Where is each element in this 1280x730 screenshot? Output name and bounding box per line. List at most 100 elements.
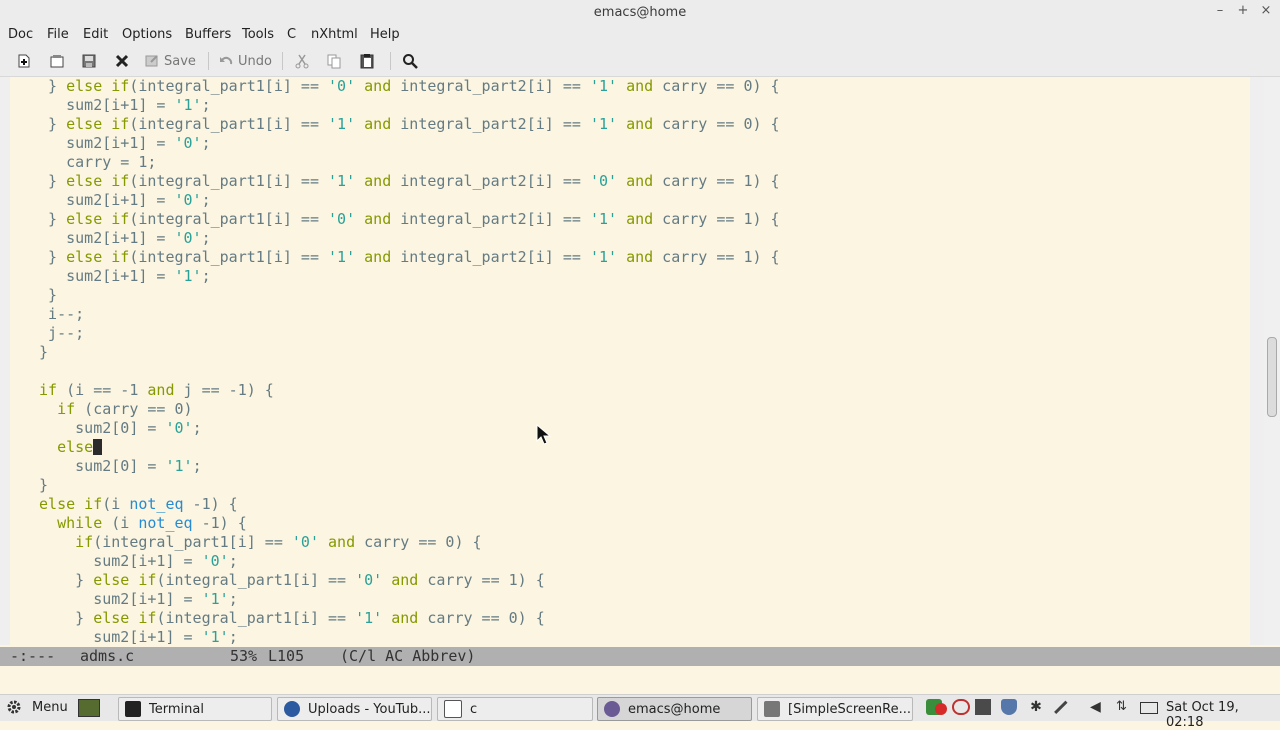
paste-button[interactable] (359, 50, 375, 72)
shield-icon[interactable] (1001, 699, 1017, 715)
menu-help[interactable]: Help (370, 27, 400, 42)
code-token-str: '1' (355, 609, 383, 627)
volume-icon[interactable]: ◀︎ (1090, 699, 1106, 715)
toolbar-separator (390, 52, 391, 70)
modeline-buffer-name[interactable]: adms.c (80, 647, 134, 666)
minibuffer[interactable] (0, 666, 1280, 694)
code-line[interactable]: sum2[i+1] = '0'; (30, 191, 211, 210)
scrollbar-thumb[interactable] (1267, 337, 1277, 417)
code-line[interactable]: } else if(integral_part1[i] == '1' and i… (30, 248, 780, 267)
redshift-icon[interactable] (952, 699, 970, 715)
code-line[interactable]: i--; (30, 305, 84, 324)
code-text: ; (192, 419, 202, 437)
menu-nxhtml[interactable]: nXhtml (311, 27, 358, 42)
code-line[interactable]: sum2[i+1] = '0'; (30, 134, 211, 153)
copy-button[interactable] (326, 50, 342, 72)
menu-buffers[interactable]: Buffers (185, 27, 231, 42)
code-line[interactable]: sum2[i+1] = '1'; (30, 267, 211, 286)
menu-c[interactable]: C (287, 27, 296, 42)
code-text: sum2[i+1] = (30, 96, 175, 114)
code-text: sum2[i+1] = (30, 229, 175, 247)
code-line[interactable]: sum2[i+1] = '1'; (30, 590, 238, 609)
code-line[interactable]: if (carry == 0) (30, 400, 192, 419)
code-editor[interactable]: } else if (integral_part1[i] == '0' and i… (10, 77, 1250, 645)
code-line[interactable]: sum2[0] = '1'; (30, 457, 201, 476)
code-token-str: '1' (589, 248, 618, 266)
open-directory-button[interactable] (49, 50, 65, 72)
code-text: j == -1) { (174, 381, 274, 399)
task-browser-uploads[interactable]: Uploads - YouTub... (277, 697, 432, 721)
start-menu-button[interactable]: Menu (6, 699, 68, 715)
task-folder-c[interactable]: c (437, 697, 593, 721)
code-line[interactable]: } else if(integral_part1[i] == '0' and i… (30, 210, 780, 229)
close-window-button[interactable]: × (1258, 3, 1274, 18)
code-text: integral_part2[i] == (391, 172, 590, 190)
battery-icon[interactable] (1140, 702, 1158, 714)
menu-edit[interactable]: Edit (83, 27, 108, 42)
code-line[interactable]: if(integral_part1[i] == '0' and carry ==… (30, 533, 481, 552)
code-token-str: '1' (328, 172, 356, 190)
code-line[interactable]: if (i == -1 and j == -1) { (30, 381, 274, 400)
code-line[interactable]: carry = 1; (30, 153, 156, 172)
monitor-icon[interactable] (975, 699, 991, 715)
code-line[interactable]: } (30, 286, 57, 305)
clock[interactable]: Sat Oct 19, 02:18 (1166, 700, 1280, 730)
code-token-str: '0' (174, 134, 202, 152)
code-line[interactable]: } else if(integral_part1[i] == '1' and i… (30, 115, 780, 134)
code-line[interactable]: } else if(integral_part1[i] == '1' and c… (30, 609, 545, 628)
task-simplescreenrecorder[interactable]: [SimpleScreenRe... (757, 697, 913, 721)
menu-doc[interactable]: Doc (8, 27, 33, 42)
menu-options[interactable]: Options (122, 27, 172, 42)
cut-button[interactable] (294, 50, 310, 72)
new-file-button[interactable] (16, 50, 32, 72)
code-line[interactable]: } else if(integral_part1[i] == '0' and i… (30, 77, 780, 96)
maximize-button[interactable]: + (1235, 3, 1251, 18)
code-line[interactable]: while (i not_eq -1) { (30, 514, 247, 533)
code-line[interactable]: sum2[i+1] = '1'; (30, 628, 238, 645)
save-button[interactable]: Save (144, 50, 196, 72)
task-label: c (470, 701, 478, 717)
code-text: sum2[0] = (30, 457, 166, 475)
code-line[interactable]: } else if(integral_part1[i] == '1' and i… (30, 172, 780, 191)
close-buffer-button[interactable] (114, 50, 130, 72)
code-line[interactable]: j--; (30, 324, 84, 343)
task-terminal[interactable]: Terminal (118, 697, 272, 721)
show-desktop-icon[interactable] (78, 699, 100, 717)
code-line[interactable]: else if(i not_eq -1) { (30, 495, 238, 514)
search-button[interactable] (402, 50, 418, 72)
minimize-button[interactable]: – (1212, 3, 1228, 18)
vertical-scrollbar[interactable] (1264, 77, 1280, 645)
code-line[interactable]: else (30, 438, 103, 457)
code-text: (integral_part1[i] == (93, 533, 292, 551)
menu-tools[interactable]: Tools (242, 27, 274, 42)
bluetooth-icon[interactable]: ✱ (1028, 699, 1044, 715)
code-line[interactable]: sum2[i+1] = '0'; (30, 229, 211, 248)
mouse-pointer-icon (536, 424, 552, 445)
task-emacs[interactable]: emacs@home (597, 697, 752, 721)
code-line[interactable]: sum2[0] = '0'; (30, 419, 202, 438)
code-line[interactable]: sum2[i+1] = '1'; (30, 96, 211, 115)
code-line[interactable]: } (30, 343, 48, 362)
modeline-major-mode[interactable]: (C/l AC Abbrev) (340, 647, 475, 666)
code-token-kw: else if (66, 172, 130, 190)
code-line[interactable]: } else if(integral_part1[i] == '0' and c… (30, 571, 545, 590)
code-token-kw: else if (93, 571, 157, 589)
record-icon[interactable] (935, 703, 947, 715)
menu-file[interactable]: File (47, 27, 69, 42)
code-token-kw: and (391, 609, 419, 627)
code-text: sum2[i+1] = (30, 191, 175, 209)
code-line[interactable]: sum2[i+1] = '0'; (30, 552, 238, 571)
undo-label: Undo (238, 53, 272, 69)
undo-button[interactable]: Undo (218, 50, 272, 72)
taskbar: Menu Terminal Uploads - YouTub... c emac… (0, 694, 1280, 730)
pen-icon[interactable] (1048, 694, 1068, 715)
code-line[interactable]: } (30, 476, 48, 495)
code-token-kw: if (57, 400, 76, 418)
save-disk-button[interactable] (81, 50, 97, 72)
code-token-str: '1' (589, 210, 618, 228)
network-icon[interactable]: ⇅ (1116, 699, 1132, 715)
